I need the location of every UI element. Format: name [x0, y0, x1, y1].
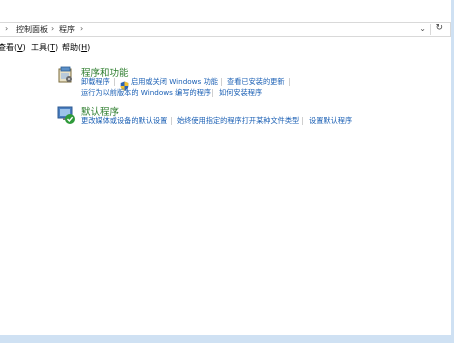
link-view-installed-updates[interactable]: 查看已安装的更新: [227, 77, 285, 87]
link-windows-features[interactable]: 启用或关闭 Windows 功能: [131, 77, 218, 87]
link-separator: [114, 78, 115, 86]
link-separator: [171, 117, 172, 125]
menu-view[interactable]: 查看(V): [0, 42, 26, 53]
default-programs-icon[interactable]: [57, 106, 76, 125]
address-dropdown-icon[interactable]: ⌄: [419, 24, 426, 33]
link-separator: [212, 89, 213, 97]
address-bar: › 控制面板 › 程序 › ⌄ ↻: [0, 20, 454, 41]
chevron-right-icon[interactable]: ›: [80, 24, 83, 33]
link-file-type-association[interactable]: 始终使用指定的程序打开某种文件类型: [177, 116, 299, 126]
link-how-to-install[interactable]: 如何安装程序: [219, 88, 262, 98]
menu-help[interactable]: 帮助(H): [62, 42, 90, 53]
link-run-older-programs[interactable]: 运行为以前版本的 Windows 编写的程序: [81, 88, 211, 98]
chevron-right-icon: ›: [51, 24, 55, 33]
uac-shield-icon: [120, 76, 129, 91]
link-uninstall-program[interactable]: 卸载程序: [81, 77, 110, 87]
link-separator: [289, 78, 290, 86]
link-separator: [221, 78, 222, 86]
chevron-right-icon: ›: [5, 24, 9, 33]
menu-tools[interactable]: 工具(T): [31, 42, 58, 53]
link-set-default-programs[interactable]: 设置默认程序: [309, 116, 352, 126]
breadcrumb-control-panel[interactable]: 控制面板: [16, 24, 48, 35]
programs-features-icon[interactable]: [57, 66, 75, 84]
address-separator: [430, 24, 431, 35]
menu-bar: 查看(V) 工具(T) 帮助(H): [0, 40, 454, 55]
link-change-media-defaults[interactable]: 更改媒体或设备的默认设置: [81, 116, 167, 126]
link-separator: [302, 117, 303, 125]
refresh-icon[interactable]: ↻: [435, 23, 443, 33]
breadcrumb-programs[interactable]: 程序: [59, 24, 75, 35]
window-bottom-edge: [0, 335, 454, 343]
breadcrumb[interactable]: › 控制面板 › 程序 › ⌄ ↻: [0, 22, 451, 37]
